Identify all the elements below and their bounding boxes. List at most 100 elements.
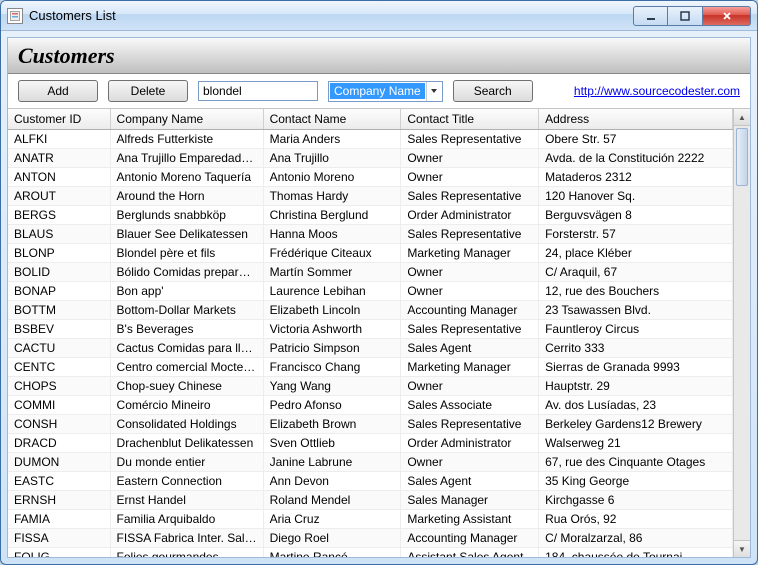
cell-contact[interactable]: Victoria Ashworth xyxy=(263,320,401,339)
cell-address[interactable]: Hauptstr. 29 xyxy=(539,377,733,396)
cell-address[interactable]: 120 Hanover Sq. xyxy=(539,187,733,206)
table-row[interactable]: CACTUCactus Comidas para llevarPatricio … xyxy=(8,339,733,358)
cell-title[interactable]: Sales Agent xyxy=(401,472,539,491)
cell-address[interactable]: Sierras de Granada 9993 xyxy=(539,358,733,377)
cell-id[interactable]: BSBEV xyxy=(8,320,110,339)
cell-company[interactable]: Familia Arquibaldo xyxy=(110,510,263,529)
cell-address[interactable]: C/ Moralzarzal, 86 xyxy=(539,529,733,548)
table-row[interactable]: DRACDDrachenblut DelikatessenSven Ottlie… xyxy=(8,434,733,453)
cell-title[interactable]: Owner xyxy=(401,149,539,168)
col-header-company[interactable]: Company Name xyxy=(110,109,263,130)
cell-address[interactable]: Cerrito 333 xyxy=(539,339,733,358)
cell-company[interactable]: Around the Horn xyxy=(110,187,263,206)
cell-title[interactable]: Owner xyxy=(401,453,539,472)
table-row[interactable]: BERGSBerglunds snabbköpChristina Berglun… xyxy=(8,206,733,225)
cell-title[interactable]: Sales Representative xyxy=(401,225,539,244)
scroll-thumb[interactable] xyxy=(736,128,748,186)
cell-contact[interactable]: Janine Labrune xyxy=(263,453,401,472)
cell-address[interactable]: C/ Araquil, 67 xyxy=(539,263,733,282)
cell-title[interactable]: Sales Representative xyxy=(401,320,539,339)
cell-contact[interactable]: Elizabeth Brown xyxy=(263,415,401,434)
cell-title[interactable]: Marketing Manager xyxy=(401,358,539,377)
cell-id[interactable]: BLONP xyxy=(8,244,110,263)
table-row[interactable]: BSBEVB's BeveragesVictoria AshworthSales… xyxy=(8,320,733,339)
cell-company[interactable]: Ernst Handel xyxy=(110,491,263,510)
cell-title[interactable]: Sales Agent xyxy=(401,339,539,358)
titlebar[interactable]: Customers List xyxy=(1,1,757,31)
minimize-button[interactable] xyxy=(633,6,668,26)
cell-contact[interactable]: Maria Anders xyxy=(263,130,401,149)
search-input[interactable] xyxy=(198,81,318,101)
scroll-up-button[interactable]: ▲ xyxy=(734,109,750,126)
table-row[interactable]: AROUTAround the HornThomas HardySales Re… xyxy=(8,187,733,206)
cell-id[interactable]: BERGS xyxy=(8,206,110,225)
maximize-button[interactable] xyxy=(668,6,703,26)
col-header-contact[interactable]: Contact Name xyxy=(263,109,401,130)
cell-contact[interactable]: Antonio Moreno xyxy=(263,168,401,187)
cell-id[interactable]: EASTC xyxy=(8,472,110,491)
cell-id[interactable]: CACTU xyxy=(8,339,110,358)
cell-id[interactable]: FAMIA xyxy=(8,510,110,529)
cell-company[interactable]: B's Beverages xyxy=(110,320,263,339)
table-row[interactable]: FAMIAFamilia ArquibaldoAria CruzMarketin… xyxy=(8,510,733,529)
cell-title[interactable]: Marketing Manager xyxy=(401,244,539,263)
cell-contact[interactable]: Diego Roel xyxy=(263,529,401,548)
cell-contact[interactable]: Elizabeth Lincoln xyxy=(263,301,401,320)
table-row[interactable]: CENTCCentro comercial MoctezumaFrancisco… xyxy=(8,358,733,377)
cell-company[interactable]: Drachenblut Delikatessen xyxy=(110,434,263,453)
cell-contact[interactable]: Ann Devon xyxy=(263,472,401,491)
cell-company[interactable]: Centro comercial Moctezuma xyxy=(110,358,263,377)
table-row[interactable]: ERNSHErnst HandelRoland MendelSales Mana… xyxy=(8,491,733,510)
table-row[interactable]: FISSAFISSA Fabrica Inter. Salchi...Diego… xyxy=(8,529,733,548)
table-row[interactable]: ANTONAntonio Moreno TaqueríaAntonio More… xyxy=(8,168,733,187)
cell-id[interactable]: ERNSH xyxy=(8,491,110,510)
table-row[interactable]: BLONPBlondel père et filsFrédérique Cite… xyxy=(8,244,733,263)
add-button[interactable]: Add xyxy=(18,80,98,102)
cell-contact[interactable]: Sven Ottlieb xyxy=(263,434,401,453)
cell-address[interactable]: Av. dos Lusíadas, 23 xyxy=(539,396,733,415)
cell-id[interactable]: CHOPS xyxy=(8,377,110,396)
cell-address[interactable]: 12, rue des Bouchers xyxy=(539,282,733,301)
cell-title[interactable]: Accounting Manager xyxy=(401,301,539,320)
search-button[interactable]: Search xyxy=(453,80,533,102)
cell-contact[interactable]: Patricio Simpson xyxy=(263,339,401,358)
cell-id[interactable]: ANTON xyxy=(8,168,110,187)
cell-title[interactable]: Sales Representative xyxy=(401,415,539,434)
cell-address[interactable]: Walserweg 21 xyxy=(539,434,733,453)
cell-contact[interactable]: Yang Wang xyxy=(263,377,401,396)
cell-contact[interactable]: Francisco Chang xyxy=(263,358,401,377)
cell-company[interactable]: Blondel père et fils xyxy=(110,244,263,263)
cell-contact[interactable]: Ana Trujillo xyxy=(263,149,401,168)
table-row[interactable]: CHOPSChop-suey ChineseYang WangOwnerHaup… xyxy=(8,377,733,396)
table-row[interactable]: DUMONDu monde entierJanine LabruneOwner6… xyxy=(8,453,733,472)
cell-company[interactable]: Ana Trujillo Emparedados y... xyxy=(110,149,263,168)
cell-id[interactable]: DUMON xyxy=(8,453,110,472)
cell-id[interactable]: BOTTM xyxy=(8,301,110,320)
cell-id[interactable]: DRACD xyxy=(8,434,110,453)
cell-address[interactable]: Kirchgasse 6 xyxy=(539,491,733,510)
cell-id[interactable]: AROUT xyxy=(8,187,110,206)
cell-company[interactable]: Bon app' xyxy=(110,282,263,301)
cell-id[interactable]: ALFKI xyxy=(8,130,110,149)
cell-title[interactable]: Owner xyxy=(401,263,539,282)
cell-id[interactable]: BLAUS xyxy=(8,225,110,244)
cell-id[interactable]: BONAP xyxy=(8,282,110,301)
cell-company[interactable]: FISSA Fabrica Inter. Salchi... xyxy=(110,529,263,548)
cell-address[interactable]: 35 King George xyxy=(539,472,733,491)
scroll-down-button[interactable]: ▼ xyxy=(734,540,750,557)
cell-company[interactable]: Du monde entier xyxy=(110,453,263,472)
table-row[interactable]: BLAUSBlauer See DelikatessenHanna MoosSa… xyxy=(8,225,733,244)
vertical-scrollbar[interactable]: ▲ ▼ xyxy=(733,109,750,557)
cell-contact[interactable]: Roland Mendel xyxy=(263,491,401,510)
cell-company[interactable]: Berglunds snabbköp xyxy=(110,206,263,225)
cell-contact[interactable]: Christina Berglund xyxy=(263,206,401,225)
cell-company[interactable]: Consolidated Holdings xyxy=(110,415,263,434)
cell-id[interactable]: CENTC xyxy=(8,358,110,377)
cell-company[interactable]: Antonio Moreno Taquería xyxy=(110,168,263,187)
cell-company[interactable]: Blauer See Delikatessen xyxy=(110,225,263,244)
cell-contact[interactable]: Hanna Moos xyxy=(263,225,401,244)
col-header-address[interactable]: Address xyxy=(539,109,733,130)
table-row[interactable]: CONSHConsolidated HoldingsElizabeth Brow… xyxy=(8,415,733,434)
cell-id[interactable]: ANATR xyxy=(8,149,110,168)
cell-contact[interactable]: Aria Cruz xyxy=(263,510,401,529)
